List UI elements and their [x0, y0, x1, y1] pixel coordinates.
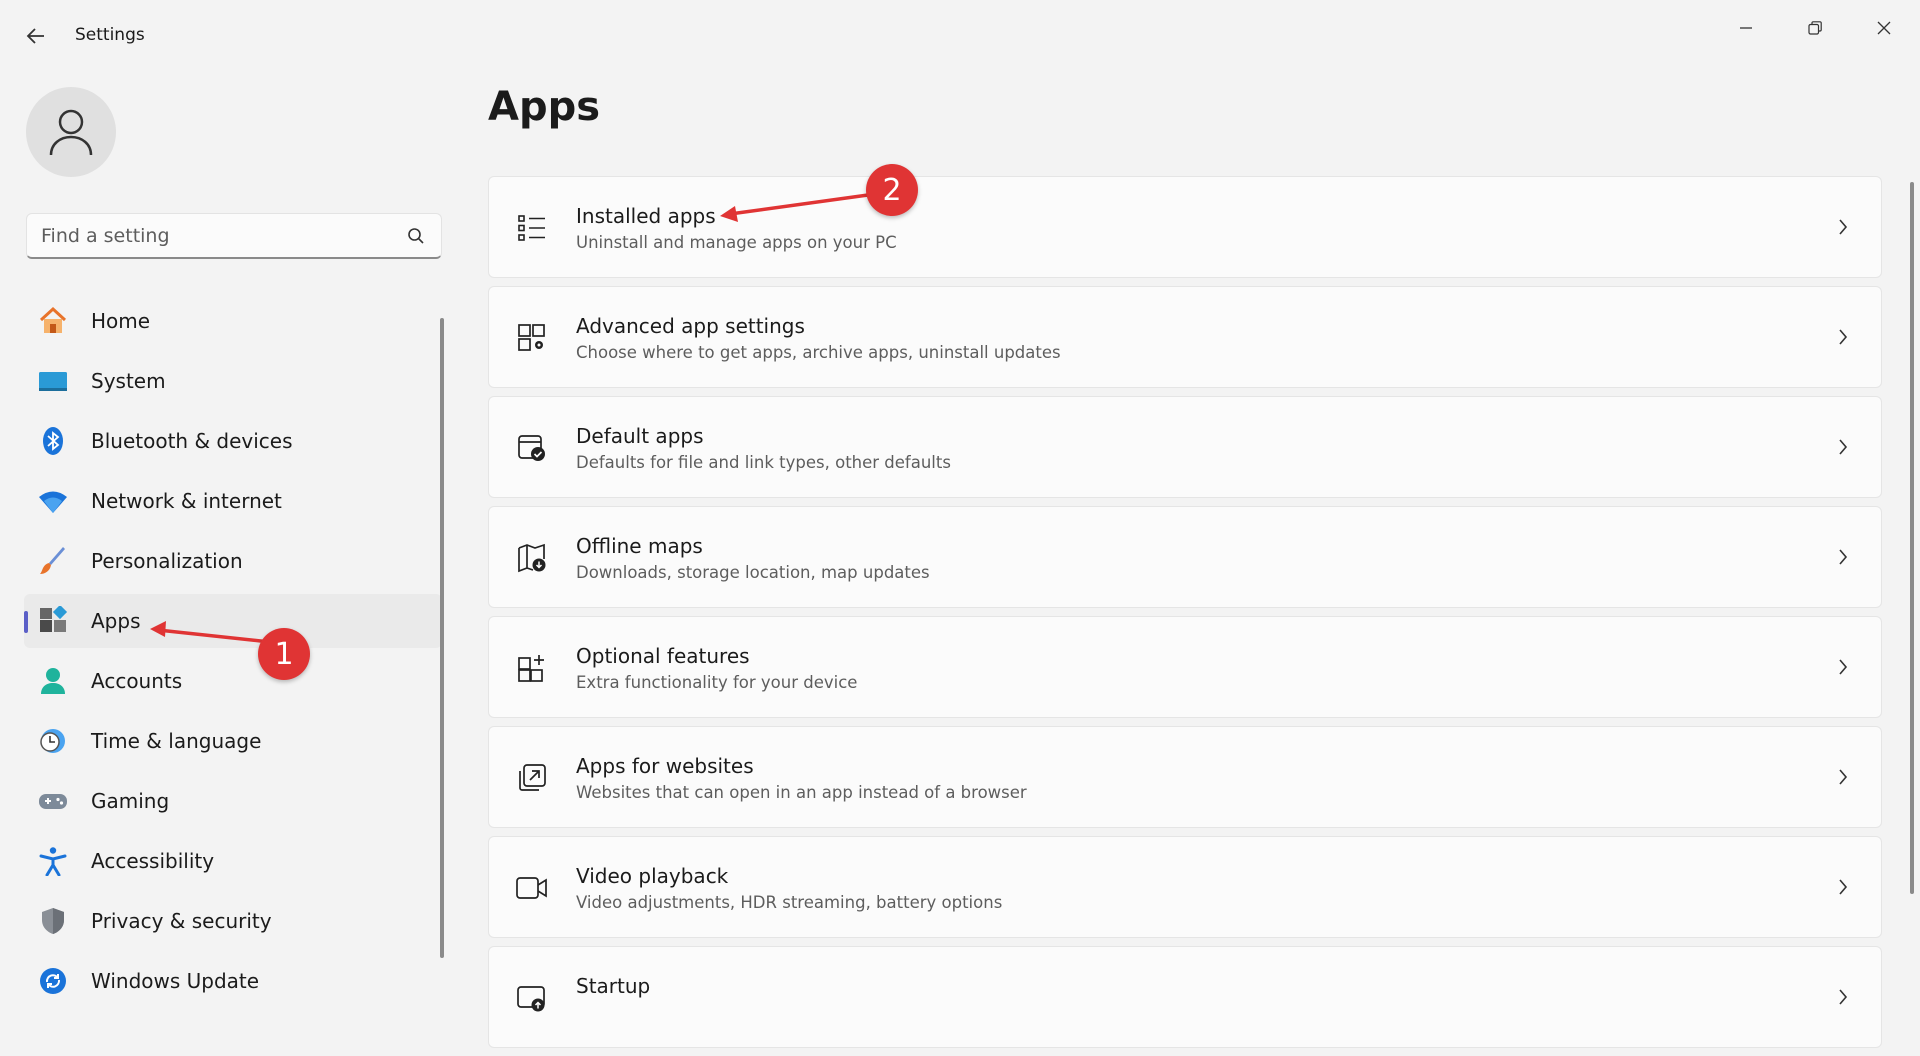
- callout-badge-1: 1: [258, 628, 310, 680]
- callout-badge-2: 2: [866, 164, 918, 216]
- annotation-arrow-2: [720, 193, 869, 222]
- annotation-arrow-1: [150, 621, 271, 644]
- annotation-arrows: [150, 193, 869, 644]
